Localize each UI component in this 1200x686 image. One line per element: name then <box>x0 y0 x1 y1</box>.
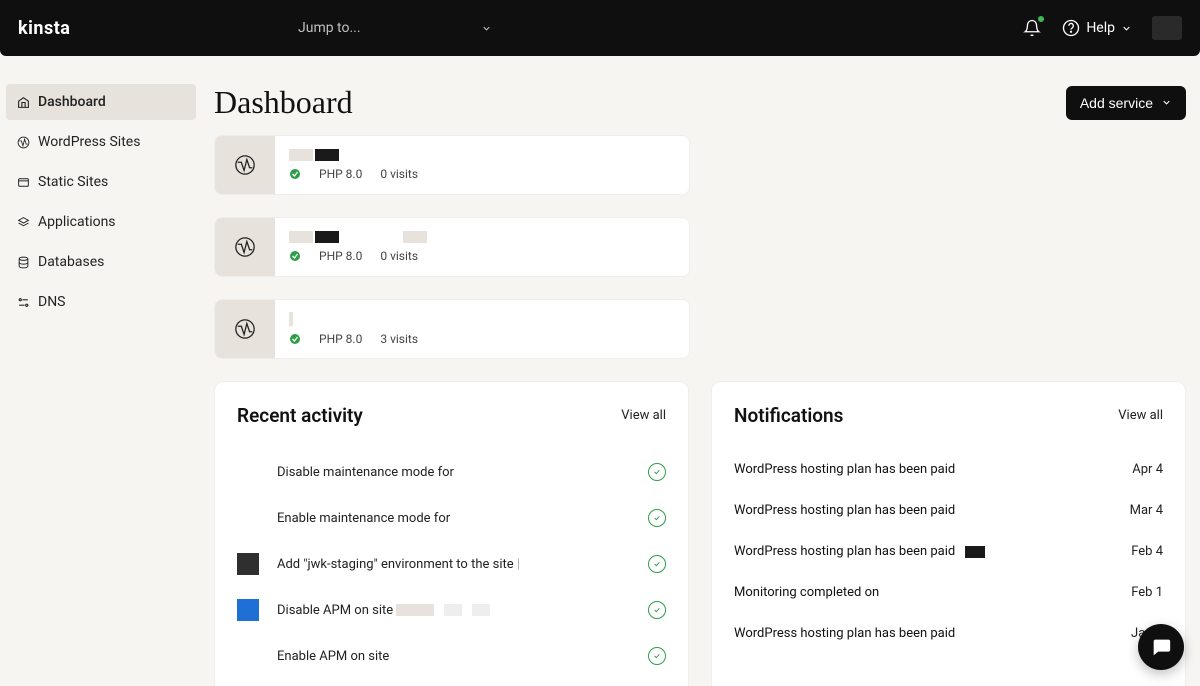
jump-to-dropdown[interactable]: Jump to... <box>298 20 492 36</box>
sidebar-item-dashboard[interactable]: Dashboard <box>6 84 196 120</box>
sidebar-item-applications[interactable]: Applications <box>6 204 196 240</box>
content-area: Dashboard Add service <box>200 56 1200 686</box>
sidebar-item-label: Dashboard <box>38 94 106 110</box>
site-name-redacted <box>289 231 427 243</box>
page-title: Dashboard <box>214 84 353 121</box>
activity-row[interactable]: Disable maintenance mode for <box>237 449 666 495</box>
sidebar-item-label: Applications <box>38 214 116 230</box>
site-php: PHP 8.0 <box>319 249 362 263</box>
chat-icon <box>1150 636 1172 658</box>
add-service-button[interactable]: Add service <box>1066 86 1186 120</box>
site-card[interactable]: PHP 8.0 0 visits <box>214 135 690 195</box>
activity-text: Add "jwk-staging" environment to the sit… <box>277 557 648 572</box>
notification-text: WordPress hosting plan has been paid <box>734 544 1131 559</box>
database-icon <box>16 255 30 269</box>
activity-text: Disable maintenance mode for <box>277 465 648 480</box>
status-ok-icon <box>289 250 301 262</box>
site-card[interactable]: PHP 8.0 0 visits <box>214 217 690 277</box>
site-name-redacted <box>289 312 418 326</box>
help-circle-icon <box>1062 19 1080 37</box>
sidebar-item-label: DNS <box>38 294 66 310</box>
notification-date: Apr 4 <box>1132 462 1163 477</box>
help-label: Help <box>1086 20 1115 36</box>
check-circle-icon <box>648 601 666 619</box>
notification-date: Feb 1 <box>1131 585 1163 600</box>
status-ok-icon <box>289 168 301 180</box>
dns-icon <box>16 295 30 309</box>
activity-row[interactable]: Enable maintenance mode for <box>237 495 666 541</box>
site-php: PHP 8.0 <box>319 332 362 346</box>
notification-text: WordPress hosting plan has been paid <box>734 626 1131 641</box>
notification-row[interactable]: WordPress hosting plan has been paid Feb… <box>734 531 1163 572</box>
site-visits: 3 visits <box>380 332 418 346</box>
site-name-redacted <box>289 149 418 161</box>
recent-activity-panel: Recent activity View all Disable mainten… <box>214 381 689 686</box>
chevron-down-icon <box>1161 97 1172 108</box>
sidebar-item-static-sites[interactable]: Static Sites <box>6 164 196 200</box>
activity-row[interactable]: Add "jwk-staging" environment to the sit… <box>237 541 666 587</box>
activity-text: Enable maintenance mode for <box>277 511 648 526</box>
activity-row[interactable]: Enable APM on site <box>237 633 666 679</box>
logo: kinsta <box>18 18 298 39</box>
notification-date: Feb 4 <box>1131 544 1163 559</box>
wordpress-icon <box>16 135 30 149</box>
sidebar-item-label: WordPress Sites <box>38 134 140 150</box>
wordpress-icon <box>215 300 275 358</box>
user-avatar[interactable] <box>1152 16 1182 40</box>
check-circle-icon <box>648 509 666 527</box>
sidebar-item-dns[interactable]: DNS <box>6 284 196 320</box>
layers-icon <box>16 215 30 229</box>
add-service-label: Add service <box>1080 95 1153 111</box>
notification-row[interactable]: WordPress hosting plan has been paid Jan… <box>734 613 1163 654</box>
notification-row[interactable]: WordPress hosting plan has been paid Apr… <box>734 449 1163 490</box>
bell-unread-dot <box>1038 16 1044 22</box>
activity-avatar <box>237 599 259 621</box>
notification-row[interactable]: Monitoring completed on Feb 1 <box>734 572 1163 613</box>
notifications-bell-icon[interactable] <box>1022 18 1042 38</box>
activity-avatar <box>237 553 259 575</box>
site-php: PHP 8.0 <box>319 167 362 181</box>
help-menu[interactable]: Help <box>1062 19 1132 37</box>
check-circle-icon <box>648 555 666 573</box>
sidebar-item-databases[interactable]: Databases <box>6 244 196 280</box>
activity-avatar <box>237 461 259 483</box>
notification-row[interactable]: WordPress hosting plan has been paid Mar… <box>734 490 1163 531</box>
view-all-link[interactable]: View all <box>1118 408 1163 423</box>
chevron-down-icon <box>481 23 492 34</box>
wordpress-icon <box>215 218 275 276</box>
site-visits: 0 visits <box>380 167 418 181</box>
activity-avatar <box>237 507 259 529</box>
site-card[interactable]: PHP 8.0 3 visits <box>214 299 690 359</box>
sidebar-item-label: Databases <box>38 254 104 270</box>
activity-text: Disable APM on site <box>277 603 648 618</box>
jump-to-label: Jump to... <box>298 20 361 36</box>
chevron-down-icon <box>1121 23 1132 34</box>
check-circle-icon <box>648 647 666 665</box>
check-circle-icon <box>648 463 666 481</box>
home-icon <box>16 95 30 109</box>
panel-title: Notifications <box>734 404 843 427</box>
panel-title: Recent activity <box>237 404 363 427</box>
sidebar-item-wordpress-sites[interactable]: WordPress Sites <box>6 124 196 160</box>
notification-date: Mar 4 <box>1130 503 1163 518</box>
sidebar-item-label: Static Sites <box>38 174 108 190</box>
sidebar: Dashboard WordPress Sites Static Sites A… <box>0 56 200 686</box>
notification-text: WordPress hosting plan has been paid <box>734 462 1132 477</box>
wordpress-icon <box>215 136 275 194</box>
notification-text: Monitoring completed on <box>734 585 1131 600</box>
chat-widget-button[interactable] <box>1138 624 1184 670</box>
site-visits: 0 visits <box>380 249 418 263</box>
notifications-panel: Notifications View all WordPress hosting… <box>711 381 1186 686</box>
status-ok-icon <box>289 333 301 345</box>
activity-row[interactable]: Disable APM on site <box>237 587 666 633</box>
notification-text: WordPress hosting plan has been paid <box>734 503 1130 518</box>
view-all-link[interactable]: View all <box>621 408 666 423</box>
browser-icon <box>16 175 30 189</box>
activity-text: Enable APM on site <box>277 649 648 664</box>
top-bar: kinsta Jump to... Help <box>0 0 1200 56</box>
activity-avatar <box>237 645 259 667</box>
